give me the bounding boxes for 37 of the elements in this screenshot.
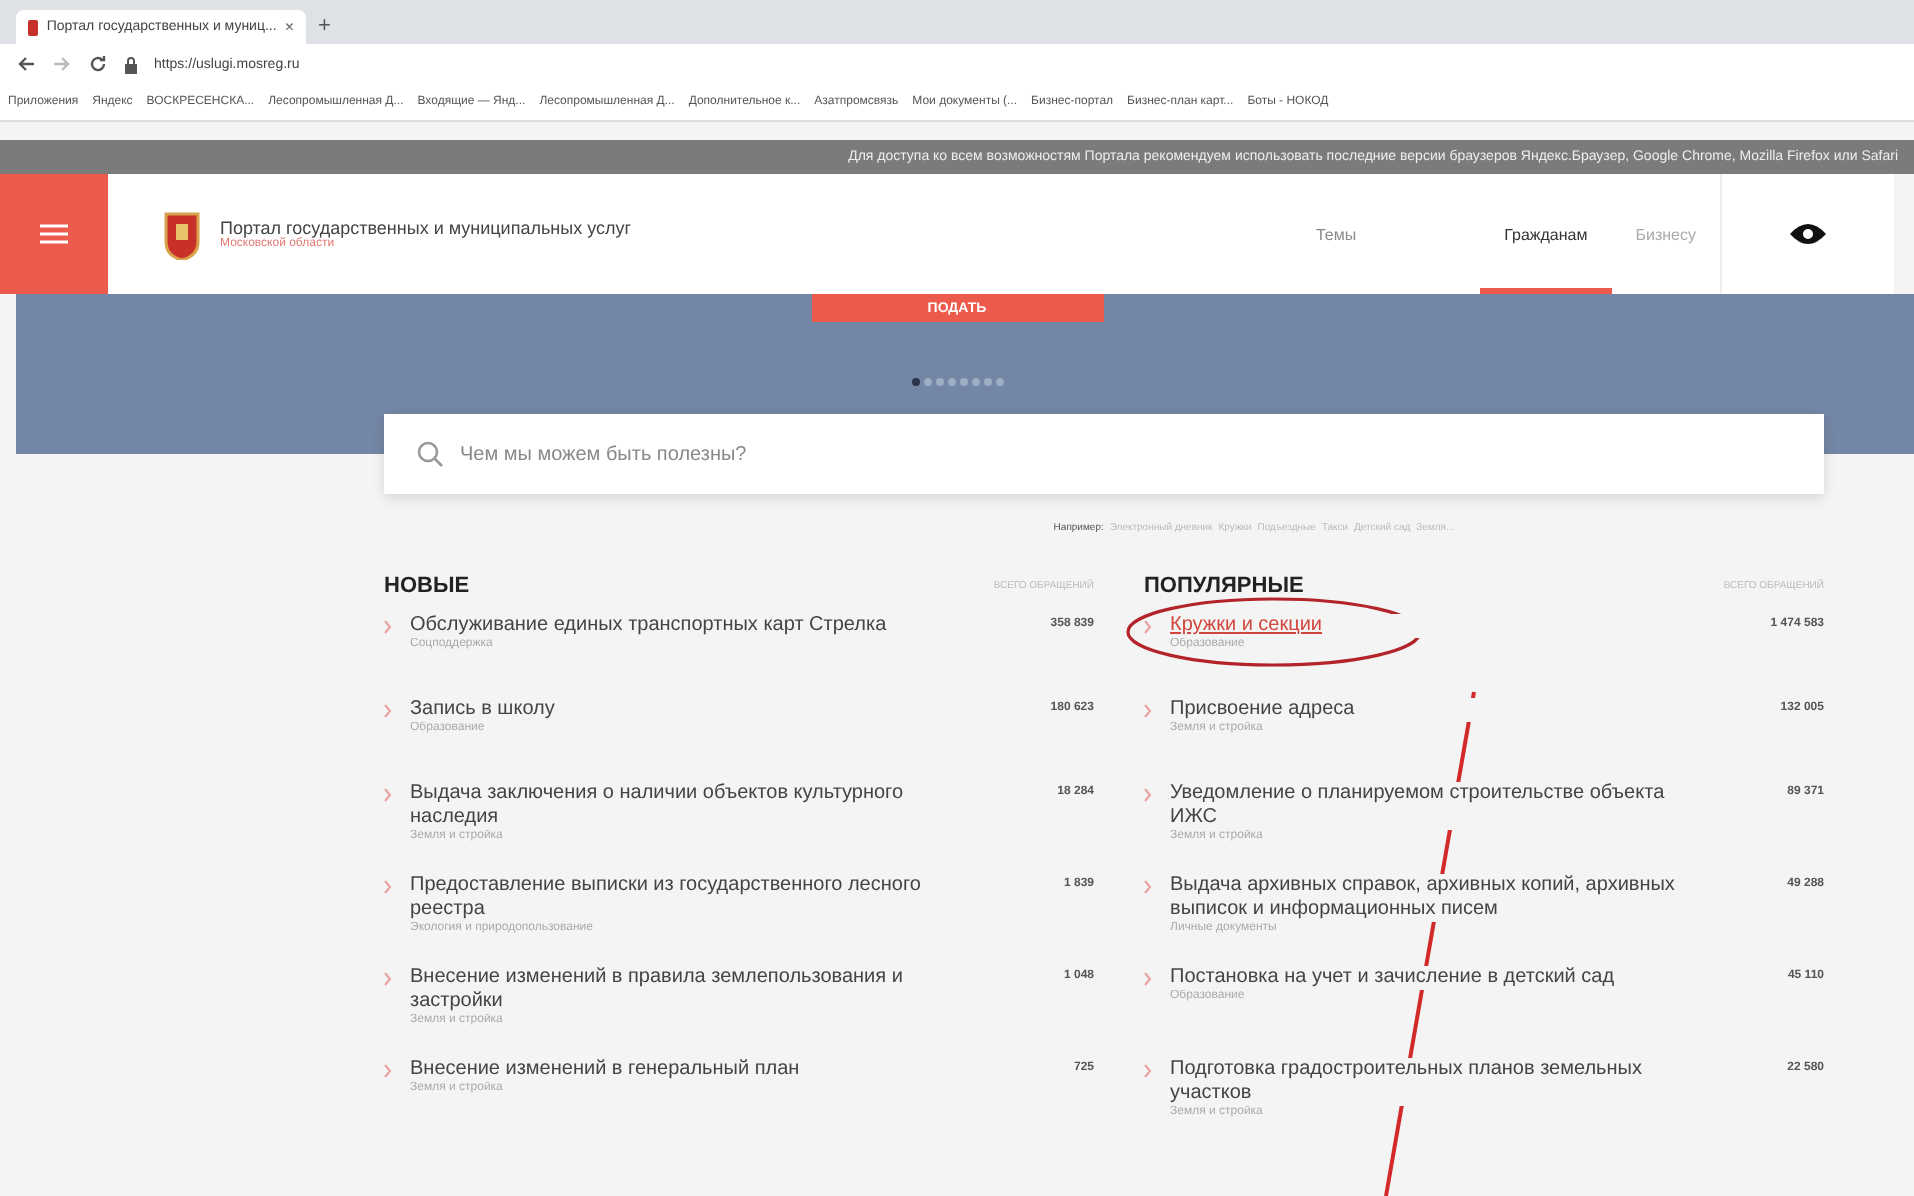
carousel-dot[interactable] <box>911 378 919 386</box>
eye-icon[interactable] <box>1788 220 1828 248</box>
forward-arrow-icon[interactable] <box>52 54 72 74</box>
carousel-dot[interactable] <box>971 378 979 386</box>
chevron-icon <box>384 704 392 718</box>
carousel-dot[interactable] <box>983 378 991 386</box>
nav-tab[interactable]: Темы <box>1291 174 1381 294</box>
lock-icon <box>124 55 138 73</box>
chevron-icon <box>384 880 392 894</box>
chevron-icon <box>384 1064 392 1078</box>
menu-icon <box>40 224 68 244</box>
chevron-icon <box>1144 704 1152 718</box>
coat-of-arms-icon <box>164 208 200 260</box>
chevron-icon <box>384 788 392 802</box>
carousel-dot[interactable] <box>923 378 931 386</box>
search-field[interactable]: Чем мы можем быть полезны? <box>384 414 1824 494</box>
chevron-icon <box>1144 972 1152 986</box>
close-tab-button[interactable]: × <box>284 18 294 36</box>
carousel-dot[interactable] <box>995 378 1003 386</box>
chevron-icon <box>384 972 392 986</box>
back-arrow-icon[interactable] <box>16 54 36 74</box>
new-tab-button[interactable]: + <box>318 14 331 44</box>
chevron-icon <box>1144 788 1152 802</box>
chevron-icon <box>1144 1064 1152 1078</box>
menu-button[interactable] <box>0 174 108 294</box>
chevron-icon <box>1144 620 1152 634</box>
carousel-dot[interactable] <box>959 378 967 386</box>
reload-icon[interactable] <box>88 54 108 74</box>
portal-title: Портал государственных и муниципальных услуг <box>220 218 634 238</box>
section-title: НОВЫЕ <box>384 574 470 598</box>
carousel-dot[interactable] <box>935 378 943 386</box>
carousel-dot[interactable] <box>947 378 955 386</box>
chevron-icon <box>1144 880 1152 894</box>
search-icon <box>416 440 444 468</box>
section-title: ПОПУЛЯРНЫЕ <box>1144 574 1304 598</box>
site-favicon-icon <box>28 19 39 35</box>
chevron-icon <box>384 620 392 634</box>
